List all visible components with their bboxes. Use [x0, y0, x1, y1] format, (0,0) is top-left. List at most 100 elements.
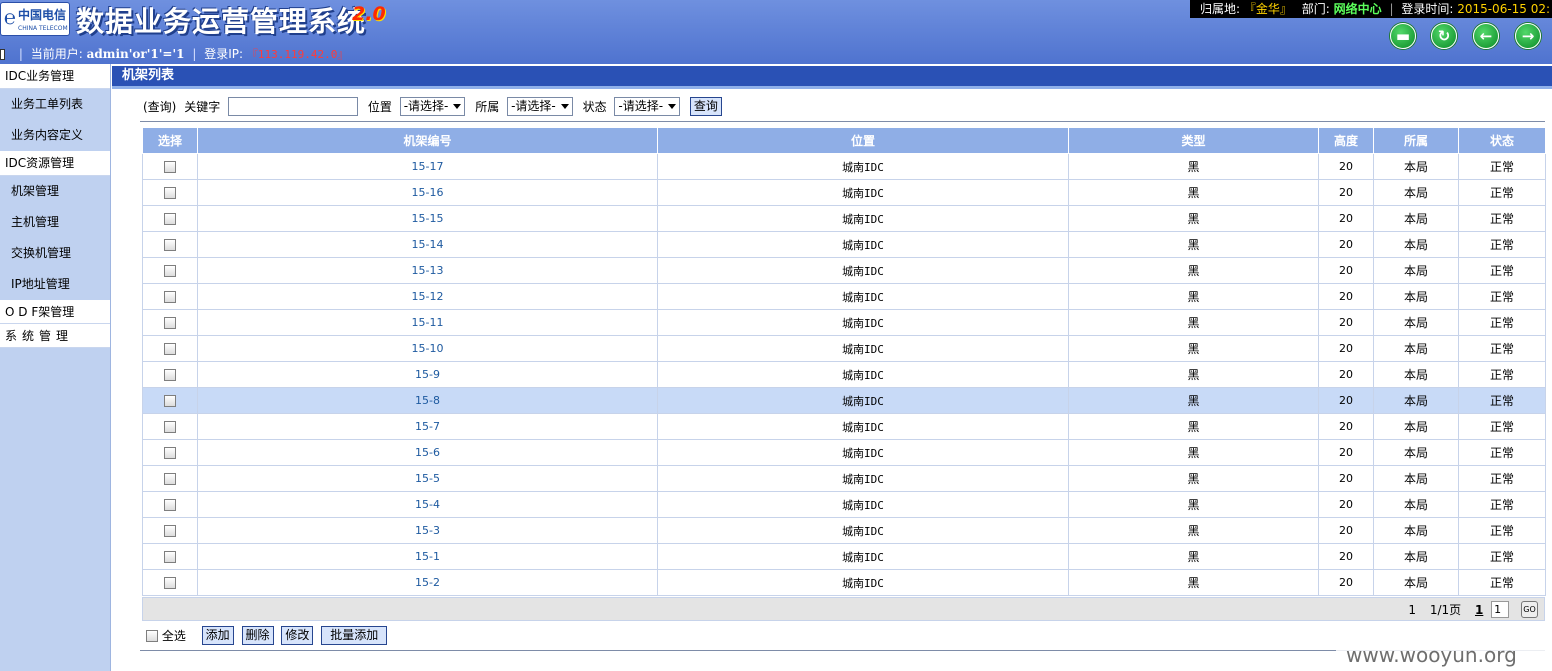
col-height[interactable]: 高度: [1318, 127, 1374, 154]
edit-button[interactable]: 修改: [281, 626, 314, 645]
batch-add-button[interactable]: 批量添加: [321, 626, 388, 645]
page-number-input[interactable]: 1: [1491, 601, 1510, 618]
col-status[interactable]: 状态: [1458, 127, 1546, 154]
table-row[interactable]: 15-1 城南IDC 黑 20 本局 正常: [142, 543, 1546, 570]
location-select[interactable]: -请选择-: [399, 97, 466, 116]
sidebar-group-odf[interactable]: O D F架管理: [0, 300, 110, 324]
row-checkbox[interactable]: [164, 343, 176, 355]
cell-rack-code[interactable]: 15-1: [197, 543, 658, 570]
refresh-button[interactable]: ↻: [1431, 23, 1457, 49]
keyword-input[interactable]: [228, 97, 359, 116]
sidebar-item-content-def[interactable]: 业务内容定义: [0, 120, 110, 151]
back-button[interactable]: ←: [1473, 23, 1499, 49]
table-row[interactable]: 15-3 城南IDC 黑 20 本局 正常: [142, 517, 1546, 544]
cell-location: 城南IDC: [657, 153, 1069, 180]
cell-rack-code[interactable]: 15-3: [197, 517, 658, 544]
table-row[interactable]: 15-9 城南IDC 黑 20 本局 正常: [142, 361, 1546, 388]
row-checkbox[interactable]: [164, 187, 176, 199]
chevron-down-icon: [560, 104, 569, 109]
cell-location: 城南IDC: [657, 335, 1069, 362]
cell-type: 黑: [1068, 257, 1319, 284]
cell-rack-code[interactable]: 15-2: [197, 569, 658, 596]
row-checkbox[interactable]: [164, 395, 176, 407]
cell-rack-code[interactable]: 15-15: [197, 205, 658, 232]
cell-rack-code[interactable]: 15-5: [197, 465, 658, 492]
row-checkbox[interactable]: [164, 213, 176, 225]
row-checkbox[interactable]: [164, 317, 176, 329]
cell-rack-code[interactable]: 15-7: [197, 413, 658, 440]
table-row[interactable]: 15-10 城南IDC 黑 20 本局 正常: [142, 335, 1546, 362]
add-button[interactable]: 添加: [201, 626, 234, 645]
table-row[interactable]: 15-16 城南IDC 黑 20 本局 正常: [142, 179, 1546, 206]
user-separator: |: [192, 47, 197, 61]
table-row[interactable]: 15-15 城南IDC 黑 20 本局 正常: [142, 205, 1546, 232]
table-row[interactable]: 15-12 城南IDC 黑 20 本局 正常: [142, 283, 1546, 310]
table-row[interactable]: 15-17 城南IDC 黑 20 本局 正常: [142, 153, 1546, 180]
table-row[interactable]: 15-7 城南IDC 黑 20 本局 正常: [142, 413, 1546, 440]
table-row[interactable]: 15-2 城南IDC 黑 20 本局 正常: [142, 569, 1546, 596]
cell-height: 20: [1318, 231, 1374, 258]
sidebar-item-switch[interactable]: 交换机管理: [0, 238, 110, 269]
rack-table: 选择 机架编号 位置 类型 高度 所属 状态 15-17 城南IDC 黑 20 本局 正常…: [142, 127, 1546, 596]
status-select[interactable]: -请选择-: [614, 97, 681, 116]
cell-owner: 本局: [1373, 283, 1459, 310]
col-type[interactable]: 类型: [1068, 127, 1319, 154]
search-button[interactable]: 查询: [689, 97, 722, 116]
cell-rack-code[interactable]: 15-9: [197, 361, 658, 388]
cell-rack-code[interactable]: 15-6: [197, 439, 658, 466]
sidebar-item-ip[interactable]: IP地址管理: [0, 269, 110, 300]
cell-rack-code[interactable]: 15-8: [197, 387, 658, 414]
cell-location: 城南IDC: [657, 387, 1069, 414]
row-checkbox[interactable]: [164, 525, 176, 537]
delete-button[interactable]: 删除: [241, 626, 274, 645]
owner-select[interactable]: -请选择-: [507, 97, 573, 116]
table-row[interactable]: 15-8 城南IDC 黑 20 本局 正常: [142, 387, 1546, 414]
row-checkbox[interactable]: [164, 421, 176, 433]
sidebar-item-work-orders[interactable]: 业务工单列表: [0, 89, 110, 120]
select-all-checkbox[interactable]: [146, 630, 158, 642]
forward-button[interactable]: →: [1515, 23, 1541, 49]
location-label: 位置: [367, 99, 392, 114]
go-button[interactable]: GO: [1521, 601, 1538, 618]
row-checkbox[interactable]: [164, 551, 176, 563]
card-button[interactable]: ▬: [1390, 23, 1416, 49]
sidebar-group-idc-business[interactable]: IDC业务管理: [0, 64, 110, 89]
cell-rack-code[interactable]: 15-4: [197, 491, 658, 518]
sidebar-group-idc-resource[interactable]: IDC资源管理: [0, 151, 110, 176]
row-checkbox[interactable]: [164, 577, 176, 589]
row-checkbox[interactable]: [164, 239, 176, 251]
sidebar-item-rack[interactable]: 机架管理: [0, 176, 110, 207]
col-owner[interactable]: 所属: [1373, 127, 1459, 154]
cell-rack-code[interactable]: 15-11: [197, 309, 658, 336]
cell-type: 黑: [1068, 179, 1319, 206]
cell-rack-code[interactable]: 15-16: [197, 179, 658, 206]
col-select: 选择: [142, 127, 198, 154]
cell-height: 20: [1318, 361, 1374, 388]
row-checkbox[interactable]: [164, 473, 176, 485]
row-checkbox[interactable]: [164, 161, 176, 173]
row-checkbox[interactable]: [164, 291, 176, 303]
col-rack-code[interactable]: 机架编号: [197, 127, 658, 154]
row-checkbox[interactable]: [164, 499, 176, 511]
table-row[interactable]: 15-13 城南IDC 黑 20 本局 正常: [142, 257, 1546, 284]
table-row[interactable]: 15-6 城南IDC 黑 20 本局 正常: [142, 439, 1546, 466]
table-row[interactable]: 15-4 城南IDC 黑 20 本局 正常: [142, 491, 1546, 518]
table-row[interactable]: 15-14 城南IDC 黑 20 本局 正常: [142, 231, 1546, 258]
cell-rack-code[interactable]: 15-17: [197, 153, 658, 180]
cell-rack-code[interactable]: 15-12: [197, 283, 658, 310]
cell-rack-code[interactable]: 15-13: [197, 257, 658, 284]
sidebar-group-system[interactable]: 系统管理: [0, 324, 110, 348]
table-row[interactable]: 15-5 城南IDC 黑 20 本局 正常: [142, 465, 1546, 492]
select-all[interactable]: 全选: [146, 626, 186, 646]
row-checkbox[interactable]: [164, 265, 176, 277]
sidebar-item-host[interactable]: 主机管理: [0, 207, 110, 238]
table-row[interactable]: 15-11 城南IDC 黑 20 本局 正常: [142, 309, 1546, 336]
forward-arrow-icon: →: [1521, 27, 1535, 45]
row-checkbox[interactable]: [164, 447, 176, 459]
page-link-current[interactable]: 1: [1475, 599, 1483, 621]
col-location[interactable]: 位置: [657, 127, 1069, 154]
cell-select: [142, 361, 198, 388]
row-checkbox[interactable]: [164, 369, 176, 381]
cell-rack-code[interactable]: 15-10: [197, 335, 658, 362]
cell-rack-code[interactable]: 15-14: [197, 231, 658, 258]
